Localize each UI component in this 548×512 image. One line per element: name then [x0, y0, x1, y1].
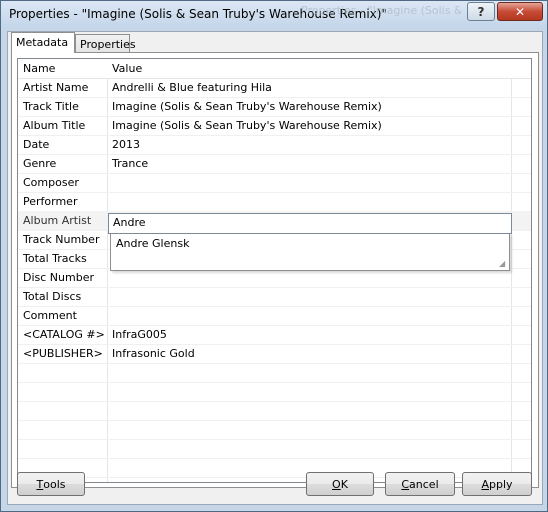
cancel-button[interactable]: Cancel	[385, 472, 455, 496]
background-window-title: Properties - "Imagine (Solis & Sean Trub…	[301, 4, 461, 17]
field-name: Album Artist	[23, 214, 92, 227]
field-name: Disc Number	[23, 271, 94, 284]
table-row	[18, 401, 531, 421]
table-row[interactable]: Performer	[18, 192, 531, 212]
field-name: Date	[23, 138, 50, 151]
field-name: Track Number	[23, 233, 100, 246]
apply-button[interactable]: Apply	[462, 472, 532, 496]
tab-properties[interactable]: Properties	[75, 34, 136, 53]
title-bar[interactable]: Properties - "Imagine (Solis & Sean Trub…	[1, 1, 547, 27]
ok-accel: O	[332, 477, 341, 491]
tools-button[interactable]: Tools	[17, 472, 85, 496]
dialog-body: Metadata Properties Name Value Artist Na…	[7, 31, 543, 505]
field-name: Track Title	[23, 100, 79, 113]
help-button[interactable]: ?	[467, 2, 495, 21]
metadata-panel: Name Value Artist Name Andrelli & Blue fe…	[11, 52, 539, 488]
field-value[interactable]: InfraG005	[112, 328, 167, 341]
field-name: Composer	[23, 176, 79, 189]
autocomplete-dropdown[interactable]: Andre Glensk ◢	[110, 233, 510, 271]
table-row	[18, 363, 531, 383]
field-value[interactable]: Andrelli & Blue featuring Hila	[112, 81, 272, 94]
metadata-grid[interactable]: Name Value Artist Name Andrelli & Blue fe…	[17, 58, 532, 483]
table-row	[18, 382, 531, 402]
grid-header: Name Value	[18, 59, 531, 79]
field-name: Total Discs	[23, 290, 82, 303]
table-row	[18, 439, 531, 459]
table-row	[18, 420, 531, 440]
field-name: <PUBLISHER>	[23, 347, 103, 360]
table-row[interactable]: Comment	[18, 306, 531, 326]
table-row[interactable]: Album Title Imagine (Solis & Sean Truby's…	[18, 116, 531, 136]
table-row[interactable]: Track Title Imagine (Solis & Sean Truby's…	[18, 97, 531, 117]
field-name: Performer	[23, 195, 78, 208]
column-header-value[interactable]: Value	[112, 62, 142, 75]
tools-accel: T	[36, 477, 44, 491]
field-name: Album Title	[23, 119, 86, 132]
table-row[interactable]: Disc Number	[18, 268, 531, 288]
field-value[interactable]: 2013	[112, 138, 140, 151]
tab-metadata[interactable]: Metadata	[11, 32, 75, 53]
apply-label: pply	[489, 477, 513, 491]
autocomplete-suggestion[interactable]: Andre Glensk	[116, 237, 509, 250]
table-row[interactable]: Genre Trance	[18, 154, 531, 174]
album-artist-input[interactable]: Andre	[108, 213, 512, 234]
field-value[interactable]: Imagine (Solis & Sean Truby's Warehouse …	[112, 119, 382, 132]
field-name: Artist Name	[23, 81, 89, 94]
cancel-accel: C	[401, 477, 410, 491]
field-value[interactable]: Trance	[112, 157, 148, 170]
ok-button[interactable]: OK	[306, 472, 374, 496]
properties-dialog: Properties - "Imagine (Solis & Sean Trub…	[0, 0, 548, 512]
column-header-name[interactable]: Name	[23, 62, 55, 75]
field-name: <CATALOG #>	[23, 328, 105, 341]
apply-accel: A	[481, 477, 489, 491]
field-name: Total Tracks	[23, 252, 87, 265]
tools-label: ools	[43, 477, 66, 491]
table-row[interactable]: Date 2013	[18, 135, 531, 155]
table-row[interactable]: <PUBLISHER> Infrasonic Gold	[18, 344, 531, 364]
close-button[interactable]: ✕	[497, 2, 543, 21]
field-value[interactable]: Infrasonic Gold	[112, 347, 195, 360]
cancel-label: ancel	[409, 477, 439, 491]
table-row[interactable]: Total Discs	[18, 287, 531, 307]
table-row[interactable]: Artist Name Andrelli & Blue featuring Hil…	[18, 78, 531, 98]
table-row[interactable]: Composer	[18, 173, 531, 193]
table-row[interactable]: <CATALOG #> InfraG005	[18, 325, 531, 345]
ok-label: K	[340, 477, 348, 491]
resize-grip-icon[interactable]: ◢	[499, 260, 507, 268]
field-name: Genre	[23, 157, 57, 170]
field-value[interactable]: Imagine (Solis & Sean Truby's Warehouse …	[112, 100, 382, 113]
field-name: Comment	[23, 309, 77, 322]
